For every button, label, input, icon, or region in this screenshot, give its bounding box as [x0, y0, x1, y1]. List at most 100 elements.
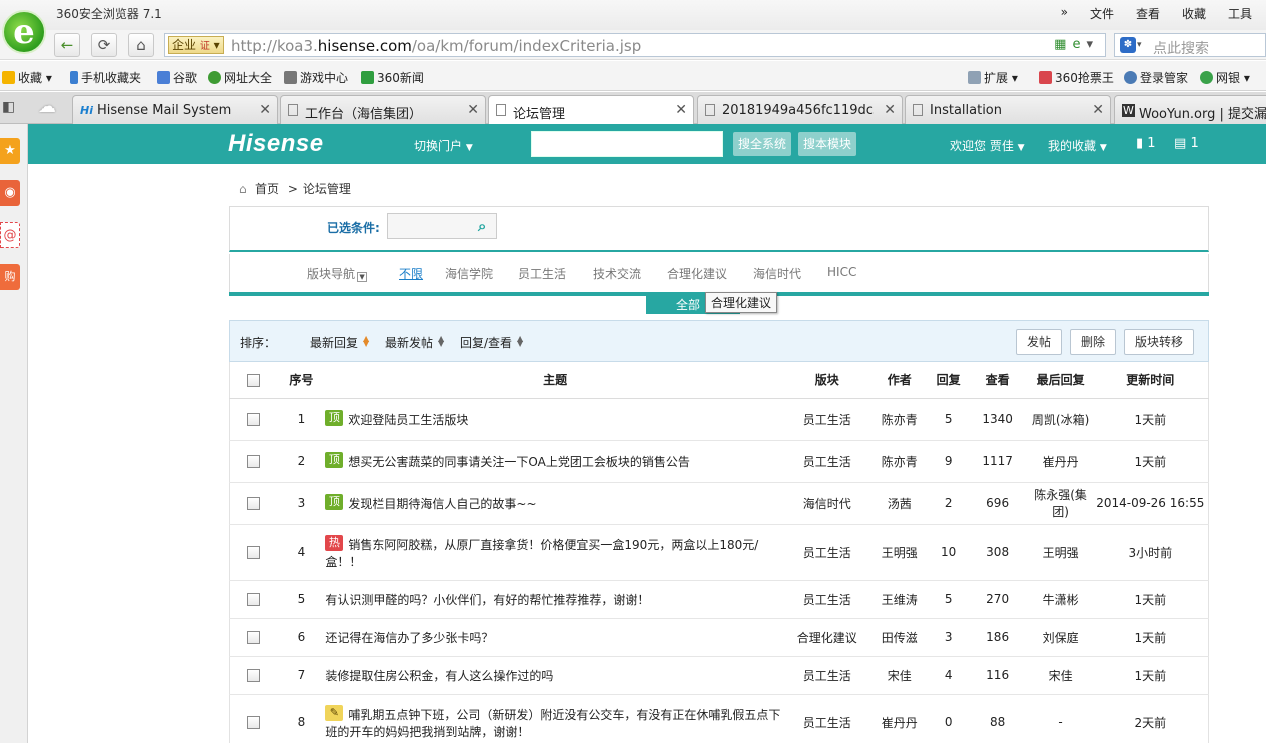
col-replies[interactable]: 回复: [930, 362, 967, 399]
col-subject[interactable]: 主题: [325, 362, 785, 399]
bookmark-url-directory[interactable]: 网址大全: [208, 69, 272, 86]
search-module-button[interactable]: 搜本模块: [798, 132, 857, 156]
site-search-input[interactable]: [531, 131, 723, 157]
board-filter-tech-exchange[interactable]: 技术交流: [593, 265, 641, 282]
board-filter-hisense-era[interactable]: 海信时代: [753, 265, 801, 282]
row-subject[interactable]: 还记得在海信办了多少张卡吗？: [325, 618, 785, 657]
breadcrumb-home[interactable]: 首页: [255, 182, 279, 196]
bookmark-google[interactable]: 谷歌: [157, 69, 197, 86]
url-text[interactable]: http://koa3.hisense.com/oa/km/forum/inde…: [231, 37, 641, 55]
row-checkbox[interactable]: [247, 631, 261, 644]
tab-wooyun[interactable]: W WooYun.org | 提交漏洞: [1114, 95, 1266, 124]
bookmark-favorites[interactable]: 收藏 ▾: [2, 69, 52, 86]
row-subject[interactable]: 顶发现栏目期待海信人自己的故事~~: [325, 482, 785, 525]
tab-file-hash[interactable]: 20181949a456fc119dc51f ✕: [697, 95, 903, 124]
documents-counter[interactable]: ▤ 1: [1174, 136, 1199, 151]
menu-favorites[interactable]: 收藏: [1182, 5, 1206, 22]
tab-installation[interactable]: Installation ✕: [905, 95, 1111, 124]
board-filter-hisense-academy[interactable]: 海信学院: [445, 265, 493, 282]
welcome-user-menu[interactable]: 欢迎您 贾佳 ▼: [950, 137, 1025, 154]
favorites-star-icon[interactable]: ★: [0, 138, 20, 164]
close-icon[interactable]: ✕: [467, 102, 479, 118]
bookmark-ticket-grabber[interactable]: 360抢票王: [1039, 69, 1114, 86]
topic-title-link[interactable]: 发现栏目期待海信人自己的故事~~: [348, 497, 536, 511]
ie-mode-icon[interactable]: e: [1072, 37, 1086, 52]
baidu-paw-icon[interactable]: ✽: [1120, 37, 1136, 53]
topic-title-link[interactable]: 销售东阿阿胶糕，从原厂直接拿货！价格便宜买一盒190元，两盒以上180元/盒！！: [325, 538, 758, 569]
tab-forum-management[interactable]: 论坛管理 ✕: [488, 95, 694, 125]
select-all-checkbox[interactable]: [247, 373, 261, 387]
back-button[interactable]: ←: [54, 33, 80, 57]
new-post-button[interactable]: 发帖: [1016, 329, 1062, 355]
refresh-button[interactable]: ⟳: [91, 33, 117, 57]
shopping-icon[interactable]: 购: [0, 264, 20, 290]
board-filter-all[interactable]: 不限: [399, 265, 423, 282]
clipboard-counter[interactable]: ▮ 1: [1136, 136, 1156, 151]
row-checkbox[interactable]: [247, 716, 261, 729]
cloud-icon[interactable]: ☁: [38, 96, 56, 117]
col-number[interactable]: 序号: [277, 362, 326, 399]
sort-replies-views[interactable]: 回复/查看 ▲ ▼: [460, 334, 523, 351]
mail-at-icon[interactable]: @: [0, 222, 20, 248]
row-checkbox[interactable]: [247, 546, 261, 559]
bookmark-online-bank[interactable]: 网银 ▾: [1200, 69, 1250, 86]
weibo-icon[interactable]: ◉: [0, 180, 20, 206]
topic-title-link[interactable]: 哺乳期五点钟下班，公司（新研发）附近没有公交车，有没有正在休哺乳假五点下班的开车…: [325, 708, 780, 739]
topic-title-link[interactable]: 装修提取住房公积金，有人这么操作过的吗: [325, 669, 553, 683]
row-subject[interactable]: 有认识测甲醛的吗？小伙伴们，有好的帮忙推荐推荐，谢谢！: [325, 580, 785, 619]
move-board-button[interactable]: 版块转移: [1124, 329, 1194, 355]
bookmark-360-news[interactable]: 360新闻: [361, 69, 424, 86]
url-dropdown-icon[interactable]: ▾: [1086, 37, 1099, 52]
menu-tools[interactable]: 工具: [1228, 5, 1252, 22]
qrcode-icon[interactable]: ▦: [1054, 37, 1072, 52]
delete-button[interactable]: 删除: [1070, 329, 1116, 355]
col-board[interactable]: 版块: [784, 362, 869, 399]
menu-view[interactable]: 查看: [1136, 5, 1160, 22]
enterprise-badge[interactable]: 企业 证 ▾: [168, 36, 224, 54]
close-icon[interactable]: ✕: [884, 102, 896, 118]
tab-workbench[interactable]: 工作台（海信集团） ✕: [280, 95, 486, 124]
search-box[interactable]: ✽ ▾ 点此搜索: [1114, 33, 1266, 57]
board-filter-staff-life[interactable]: 员工生活: [518, 265, 566, 282]
bookmark-game-center[interactable]: 游戏中心: [284, 69, 348, 86]
row-checkbox[interactable]: [247, 669, 261, 682]
bookmark-login-manager[interactable]: 登录管家: [1124, 69, 1188, 86]
sort-latest-reply[interactable]: 最新回复 ▲ ▼: [310, 334, 369, 351]
row-subject[interactable]: 热销售东阿阿胶糕，从原厂直接拿货！价格便宜买一盒190元，两盒以上180元/盒！…: [325, 524, 785, 581]
url-bar[interactable]: 企业 证 ▾ http://koa3.hisense.com/oa/km/for…: [164, 33, 1106, 57]
close-icon[interactable]: ✕: [675, 102, 687, 118]
row-subject[interactable]: 顶欢迎登陆员工生活版块: [325, 398, 785, 441]
topic-title-link[interactable]: 想买无公害蔬菜的同事请关注一下OA上党团工会板块的销售公告: [348, 455, 689, 469]
col-views[interactable]: 查看: [966, 362, 1029, 399]
row-checkbox[interactable]: [247, 593, 261, 606]
board-filter-suggestions[interactable]: 合理化建议: [667, 265, 727, 282]
col-last-reply[interactable]: 最后回复: [1028, 362, 1093, 399]
col-updated[interactable]: 更新时间: [1092, 362, 1209, 399]
search-engine-dropdown-icon[interactable]: ▾: [1137, 40, 1142, 50]
close-icon[interactable]: ✕: [259, 102, 271, 118]
topic-title-link[interactable]: 还记得在海信办了多少张卡吗？: [325, 631, 493, 645]
row-checkbox[interactable]: [247, 497, 261, 510]
search-icon[interactable]: ⌕: [478, 217, 486, 235]
topic-title-link[interactable]: 欢迎登陆员工生活版块: [348, 413, 468, 427]
bookmark-extensions[interactable]: 扩展 ▾: [968, 69, 1018, 86]
row-subject[interactable]: ✎ 哺乳期五点钟下班，公司（新研发）附近没有公交车，有没有正在休哺乳假五点下班的开…: [325, 694, 785, 743]
home-button[interactable]: ⌂: [128, 33, 154, 57]
bookmark-mobile-favorites[interactable]: 手机收藏夹: [70, 69, 141, 86]
topic-title-link[interactable]: 有认识测甲醛的吗？小伙伴们，有好的帮忙推荐推荐，谢谢！: [325, 593, 649, 607]
menu-file[interactable]: 文件: [1090, 5, 1114, 22]
row-subject[interactable]: 装修提取住房公积金，有人这么操作过的吗: [325, 656, 785, 695]
row-checkbox[interactable]: [247, 413, 261, 426]
menu-more-chevron[interactable]: »: [1061, 5, 1068, 22]
row-subject[interactable]: 顶想买无公害蔬菜的同事请关注一下OA上党团工会板块的销售公告: [325, 440, 785, 483]
search-all-button[interactable]: 搜全系统: [733, 132, 792, 156]
close-icon[interactable]: ✕: [1092, 102, 1104, 118]
hisense-logo[interactable]: Hisense: [228, 130, 324, 158]
col-author[interactable]: 作者: [868, 362, 931, 399]
board-filter-hicc[interactable]: HICC: [827, 265, 856, 279]
sidebar-toggle-icon[interactable]: ◧: [2, 99, 15, 115]
tab-hisense-mail[interactable]: Hi Hisense Mail System ✕: [72, 95, 278, 124]
my-favorites-menu[interactable]: 我的收藏 ▼: [1048, 137, 1107, 154]
switch-portal-menu[interactable]: 切换门户 ▼: [414, 137, 473, 154]
board-nav-toggle[interactable]: 版块导航 ▼: [307, 265, 368, 282]
